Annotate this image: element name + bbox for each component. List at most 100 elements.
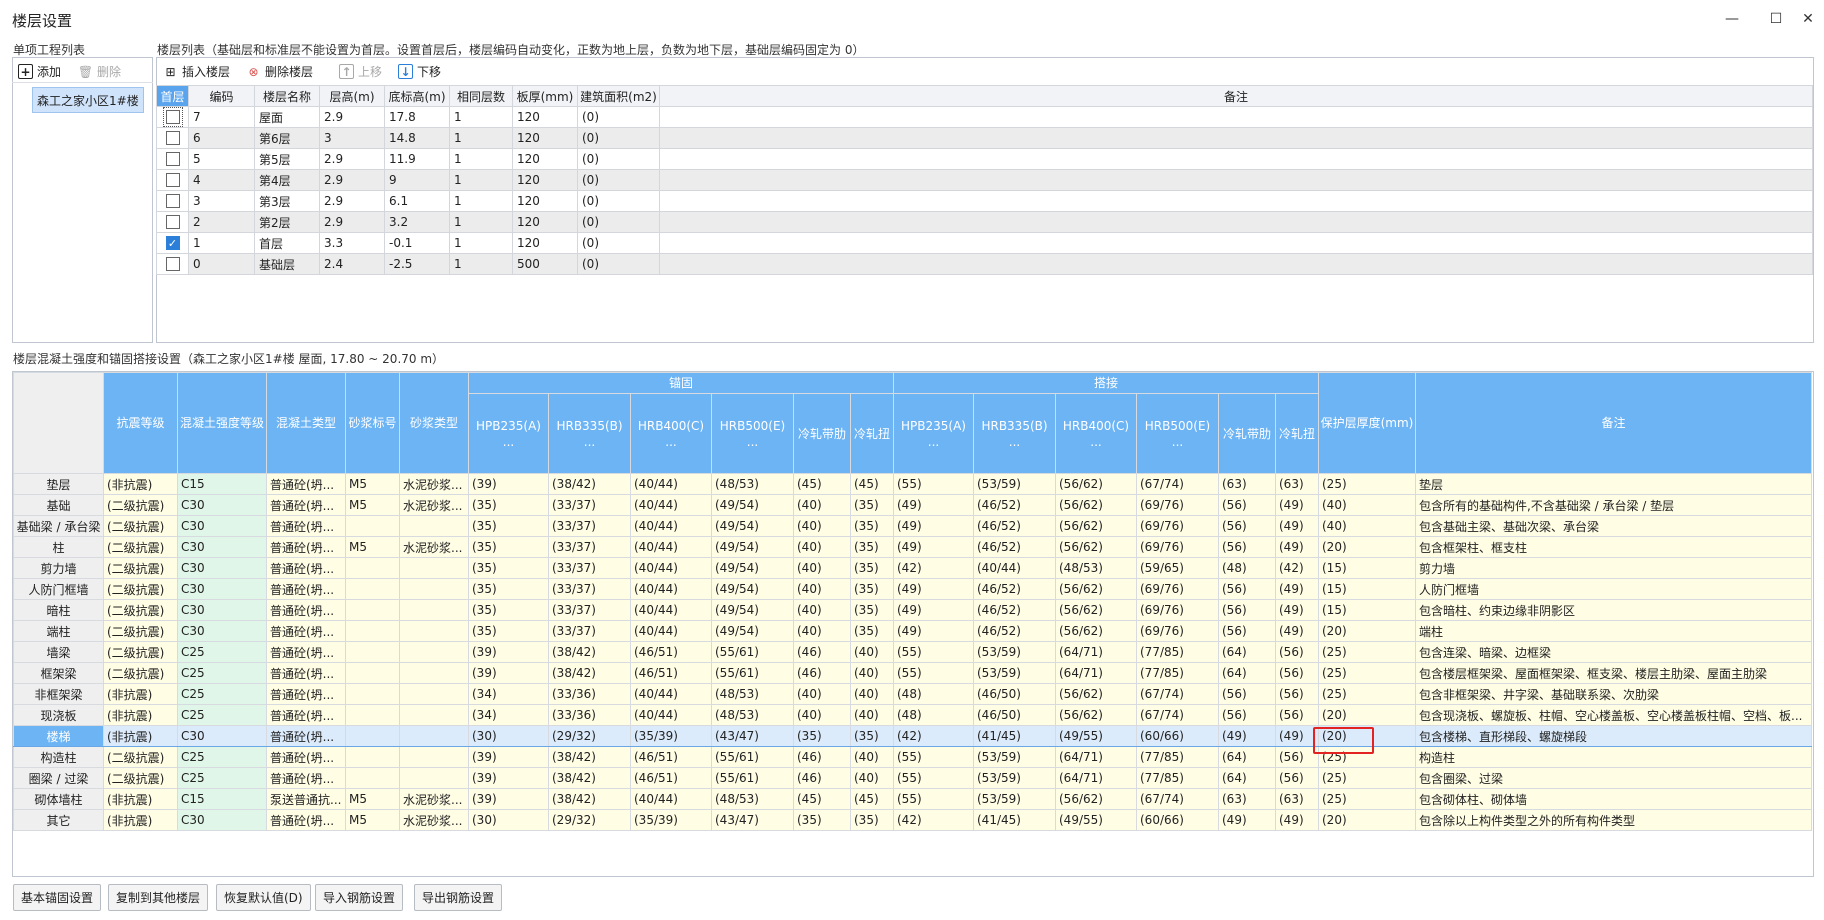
anchor-hrb400[interactable]: (46/51) bbox=[630, 662, 712, 684]
lap-hpb235[interactable]: (48) bbox=[893, 704, 974, 726]
lap-cold-ribbed[interactable]: (64) bbox=[1218, 746, 1276, 768]
lap-hrb335[interactable]: (53/59) bbox=[973, 767, 1056, 789]
anchor-hrb500[interactable]: (55/61) bbox=[711, 641, 794, 663]
anchor-hrb400[interactable]: (46/51) bbox=[630, 746, 712, 768]
anchor-hpb235[interactable]: (39) bbox=[468, 641, 549, 663]
col-mortar-type[interactable]: 砂浆类型 bbox=[399, 372, 469, 474]
anchor-hrb400[interactable]: (40/44) bbox=[630, 683, 712, 705]
floor-row[interactable]: 3 第3层 2.9 6.1 1 120 (0) bbox=[156, 190, 1813, 212]
floor-height[interactable]: 2.9 bbox=[319, 148, 385, 170]
lap-hpb235[interactable]: (49) bbox=[893, 620, 974, 642]
col-anchor-cold-rolled-twisted[interactable]: 冷轧扭 bbox=[850, 393, 894, 474]
floor-bottom-elevation[interactable]: -0.1 bbox=[384, 232, 450, 254]
col-anchor-hrb335[interactable]: HRB335(B) ... bbox=[548, 393, 631, 474]
concrete-row[interactable]: 基础梁 / 承台梁 (二级抗震) C30 普通砼(坍... (35) (33/37) (40… bbox=[13, 515, 1812, 537]
cover-thickness[interactable]: (25) bbox=[1318, 767, 1416, 789]
lap-hrb335[interactable]: (46/52) bbox=[973, 536, 1056, 558]
component-remark[interactable]: 人防门框墙 bbox=[1415, 578, 1812, 600]
floor-name[interactable]: 第3层 bbox=[254, 190, 320, 212]
floor-area[interactable]: (0) bbox=[577, 190, 660, 212]
cover-thickness[interactable]: (40) bbox=[1318, 494, 1416, 516]
first-floor-checkbox[interactable]: ✓ bbox=[165, 236, 180, 251]
mortar-type[interactable]: 水泥砂浆... bbox=[399, 494, 469, 516]
anchor-hrb335[interactable]: (33/37) bbox=[548, 578, 631, 600]
lap-hrb500[interactable]: (59/65) bbox=[1136, 557, 1219, 579]
concrete-grade[interactable]: C30 bbox=[177, 494, 267, 516]
component-remark[interactable]: 包含暗柱、约束边缘非阴影区 bbox=[1415, 599, 1812, 621]
lap-cold-ribbed[interactable]: (56) bbox=[1218, 536, 1276, 558]
component-remark[interactable]: 垫层 bbox=[1415, 473, 1812, 495]
anchor-hrb335[interactable]: (38/42) bbox=[548, 473, 631, 495]
anchor-hpb235[interactable]: (39) bbox=[468, 473, 549, 495]
component-remark[interactable]: 包含楼梯、直形梯段、螺旋梯段 bbox=[1415, 725, 1812, 747]
lap-hrb335[interactable]: (46/50) bbox=[973, 683, 1056, 705]
anchor-cold-twisted[interactable]: (35) bbox=[850, 536, 894, 558]
anchor-hpb235[interactable]: (35) bbox=[468, 599, 549, 621]
lap-hrb400[interactable]: (56/62) bbox=[1055, 473, 1137, 495]
floor-name[interactable]: 第5层 bbox=[254, 148, 320, 170]
seismic-grade[interactable]: (二级抗震) bbox=[103, 641, 178, 663]
lap-cold-twisted[interactable]: (56) bbox=[1275, 704, 1319, 726]
delete-floor-button[interactable]: ⊗ 删除楼层 bbox=[246, 63, 313, 80]
maximize-button[interactable]: ☐ bbox=[1764, 8, 1788, 30]
concrete-grade[interactable]: C30 bbox=[177, 620, 267, 642]
concrete-row[interactable]: 楼梯 (非抗震) C30 普通砼(坍... (30) (29/32) (35/39) (43/… bbox=[13, 725, 1812, 747]
lap-cold-ribbed[interactable]: (63) bbox=[1218, 473, 1276, 495]
lap-hrb400[interactable]: (56/62) bbox=[1055, 599, 1137, 621]
lap-hrb500[interactable]: (77/85) bbox=[1136, 767, 1219, 789]
anchor-hpb235[interactable]: (35) bbox=[468, 494, 549, 516]
anchor-cold-ribbed[interactable]: (40) bbox=[793, 536, 851, 558]
lap-cold-twisted[interactable]: (56) bbox=[1275, 662, 1319, 684]
floor-same-count[interactable]: 1 bbox=[449, 190, 513, 212]
lap-cold-twisted[interactable]: (49) bbox=[1275, 599, 1319, 621]
floor-code[interactable]: 5 bbox=[188, 148, 255, 170]
cover-thickness[interactable]: (20) bbox=[1318, 536, 1416, 558]
anchor-hrb500[interactable]: (55/61) bbox=[711, 746, 794, 768]
col-lap-hrb500[interactable]: HRB500(E) ... bbox=[1136, 393, 1219, 474]
seismic-grade[interactable]: (非抗震) bbox=[103, 725, 178, 747]
floor-row[interactable]: ✓ 1 首层 3.3 -0.1 1 120 (0) bbox=[156, 232, 1813, 254]
lap-hrb335[interactable]: (46/52) bbox=[973, 620, 1056, 642]
seismic-grade[interactable]: (二级抗震) bbox=[103, 662, 178, 684]
lap-hrb335[interactable]: (46/52) bbox=[973, 599, 1056, 621]
anchor-hrb500[interactable]: (48/53) bbox=[711, 788, 794, 810]
col-mortar-grade[interactable]: 砂浆标号 bbox=[345, 372, 400, 474]
lap-hrb500[interactable]: (60/66) bbox=[1136, 809, 1219, 831]
anchor-hrb400[interactable]: (40/44) bbox=[630, 515, 712, 537]
concrete-type[interactable]: 普通砼(坍... bbox=[266, 620, 346, 642]
mortar-type[interactable] bbox=[399, 767, 469, 789]
anchor-hrb400[interactable]: (40/44) bbox=[630, 620, 712, 642]
concrete-row[interactable]: 其它 (非抗震) C30 普通砼(坍... M5 水泥砂浆... (30) (29/32) (3… bbox=[13, 809, 1812, 831]
seismic-grade[interactable]: (二级抗震) bbox=[103, 620, 178, 642]
col-floor-name[interactable]: 楼层名称 bbox=[254, 85, 320, 107]
concrete-row[interactable]: 人防门框墙 (二级抗震) C30 普通砼(坍... (35) (33/37) (40/44)… bbox=[13, 578, 1812, 600]
col-lap-cold-rolled-twisted[interactable]: 冷轧扭 bbox=[1275, 393, 1319, 474]
anchor-hrb500[interactable]: (48/53) bbox=[711, 473, 794, 495]
mortar-grade[interactable] bbox=[345, 683, 400, 705]
anchor-cold-ribbed[interactable]: (35) bbox=[793, 809, 851, 831]
lap-cold-ribbed[interactable]: (49) bbox=[1218, 725, 1276, 747]
lap-cold-twisted[interactable]: (49) bbox=[1275, 809, 1319, 831]
cover-thickness[interactable]: (15) bbox=[1318, 599, 1416, 621]
anchor-hpb235[interactable]: (39) bbox=[468, 788, 549, 810]
cover-thickness[interactable]: (20) bbox=[1318, 620, 1416, 642]
anchor-hrb400[interactable]: (35/39) bbox=[630, 725, 712, 747]
floor-height[interactable]: 2.9 bbox=[319, 190, 385, 212]
concrete-type[interactable]: 普通砼(坍... bbox=[266, 809, 346, 831]
delete-unit-button[interactable]: 🗑 删除 bbox=[78, 63, 121, 80]
floor-name[interactable]: 第4层 bbox=[254, 169, 320, 191]
anchor-hrb335[interactable]: (38/42) bbox=[548, 662, 631, 684]
cover-thickness[interactable]: (25) bbox=[1318, 683, 1416, 705]
mortar-grade[interactable]: M5 bbox=[345, 494, 400, 516]
cover-thickness[interactable]: (40) bbox=[1318, 515, 1416, 537]
first-floor-checkbox[interactable] bbox=[162, 107, 183, 127]
anchor-hpb235[interactable]: (30) bbox=[468, 809, 549, 831]
lap-hrb500[interactable]: (67/74) bbox=[1136, 683, 1219, 705]
floor-bottom-elevation[interactable]: -2.5 bbox=[384, 253, 450, 275]
mortar-grade[interactable] bbox=[345, 704, 400, 726]
floor-bottom-elevation[interactable]: 6.1 bbox=[384, 190, 450, 212]
lap-hrb500[interactable]: (60/66) bbox=[1136, 725, 1219, 747]
floor-slab-thickness[interactable]: 500 bbox=[512, 253, 578, 275]
floor-code[interactable]: 2 bbox=[188, 211, 255, 233]
mortar-type[interactable] bbox=[399, 557, 469, 579]
